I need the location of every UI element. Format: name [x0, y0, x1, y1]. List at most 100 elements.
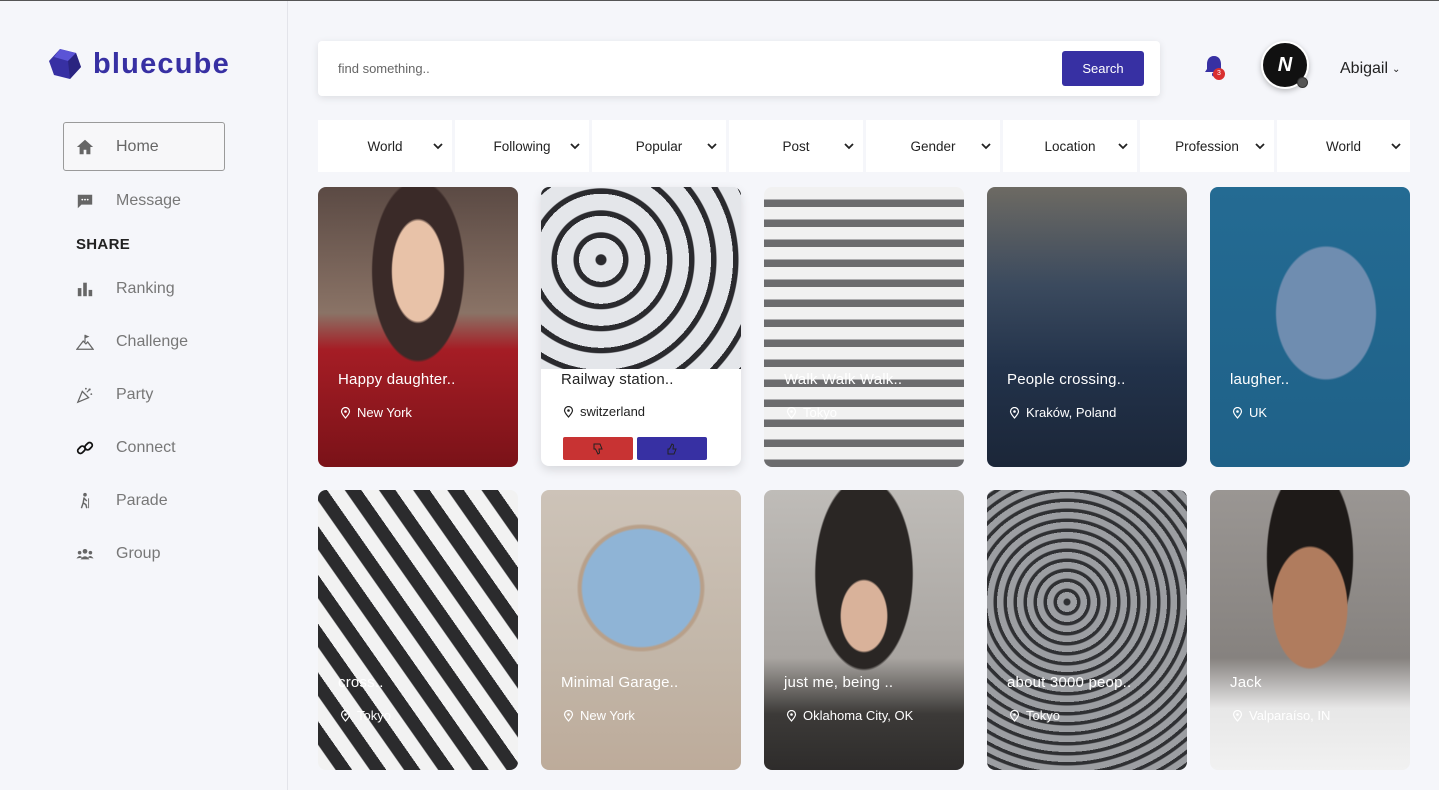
card-walk[interactable]: Walk Walk Walk.. Tokyo	[764, 187, 964, 467]
sidebar-item-parade[interactable]: Parade	[63, 476, 225, 525]
location-pin-icon	[1009, 406, 1020, 419]
search-button[interactable]: Search	[1062, 51, 1144, 86]
sidebar-item-message[interactable]: Message	[63, 176, 225, 225]
card-title: about 3000 peop..	[1007, 674, 1132, 691]
card-location: UK	[1232, 405, 1267, 420]
like-button[interactable]	[637, 437, 707, 460]
sidebar-item-party[interactable]: Party	[63, 370, 225, 419]
card-minimal-garage[interactable]: Minimal Garage.. New York	[541, 490, 741, 770]
card-location-text: Valparaíso, IN	[1249, 708, 1331, 723]
party-popper-icon	[75, 385, 95, 405]
sidebar-item-group[interactable]: Group	[63, 529, 225, 578]
sidebar-item-label: Message	[116, 191, 181, 209]
location-pin-icon	[340, 709, 351, 722]
logo[interactable]: bluecube	[48, 47, 230, 81]
filter-following[interactable]: Following	[455, 120, 589, 172]
filter-location[interactable]: Location	[1003, 120, 1137, 172]
chevron-down-icon	[844, 143, 854, 150]
filter-world-2[interactable]: World	[1277, 120, 1410, 172]
card-photo	[541, 187, 741, 369]
search-input[interactable]	[328, 55, 1028, 82]
chevron-down-icon: ⌄	[1392, 63, 1401, 75]
card-location: switzerland	[563, 404, 645, 419]
sidebar-item-connect[interactable]: Connect	[63, 423, 225, 472]
sidebar-item-label: Group	[116, 544, 161, 562]
location-pin-icon	[1232, 709, 1243, 722]
chevron-down-icon	[981, 143, 991, 150]
brand-name: bluecube	[93, 47, 230, 80]
avatar-icon: N	[1277, 53, 1293, 76]
card-title: laugher..	[1230, 371, 1290, 388]
notification-badge: 3	[1213, 68, 1225, 80]
location-pin-icon	[1232, 406, 1243, 419]
card-location: Tokyo	[786, 405, 837, 420]
sidebar-item-label: Home	[116, 137, 159, 155]
location-pin-icon	[563, 405, 574, 418]
card-title: Jack	[1230, 674, 1262, 691]
link-icon	[75, 438, 95, 458]
search-bar: Search	[318, 41, 1160, 96]
filter-world[interactable]: World	[318, 120, 452, 172]
location-pin-icon	[340, 406, 351, 419]
card-location: New York	[563, 708, 635, 723]
user-name: Abigail	[1340, 60, 1389, 77]
card-location-text: New York	[580, 708, 635, 723]
card-title: cross..	[338, 674, 384, 691]
sidebar-item-challenge[interactable]: Challenge	[63, 317, 225, 366]
sidebar-item-ranking[interactable]: Ranking	[63, 264, 225, 313]
sidebar-item-label: Parade	[116, 491, 168, 509]
card-happy-daughter[interactable]: Happy daughter.. New York	[318, 187, 518, 467]
location-pin-icon	[1009, 709, 1020, 722]
card-title: just me, being ..	[784, 674, 894, 691]
user-menu[interactable]: Abigail ⌄	[1340, 60, 1400, 78]
chevron-down-icon	[1391, 143, 1401, 150]
filter-label: Popular	[635, 138, 683, 154]
dislike-button[interactable]	[563, 437, 633, 460]
card-about-3000[interactable]: about 3000 peop.. Tokyo	[987, 490, 1187, 770]
sidebar: bluecube Home Message SHARE Ranking Chal…	[0, 1, 288, 790]
sidebar-item-home[interactable]: Home	[63, 122, 225, 171]
thumbs-down-icon	[593, 443, 603, 455]
card-railway-station[interactable]: Railway station.. switzerland	[541, 187, 741, 466]
location-pin-icon	[786, 406, 797, 419]
card-title: Minimal Garage..	[561, 674, 679, 691]
card-location-text: UK	[1249, 405, 1268, 420]
filter-profession[interactable]: Profession	[1140, 120, 1274, 172]
card-just-me[interactable]: just me, being .. Oklahoma City, OK	[764, 490, 964, 770]
mountain-flag-icon	[75, 332, 95, 352]
avatar[interactable]: N	[1261, 41, 1309, 89]
card-location-text: New York	[357, 405, 412, 420]
sidebar-item-label: Party	[116, 385, 154, 403]
card-location-text: switzerland	[580, 404, 646, 419]
card-title: Walk Walk Walk..	[784, 371, 903, 388]
filter-label: World	[1325, 138, 1361, 154]
filter-label: World	[367, 138, 403, 154]
card-location: Tokyo	[1009, 708, 1060, 723]
chevron-down-icon	[707, 143, 717, 150]
filter-label: Following	[493, 138, 551, 154]
card-people-crossing[interactable]: People crossing.. Kraków, Poland	[987, 187, 1187, 467]
share-heading: SHARE	[76, 236, 131, 253]
notification-button[interactable]: 3	[1203, 54, 1225, 80]
location-pin-icon	[786, 709, 797, 722]
card-location: New York	[340, 405, 412, 420]
card-jack[interactable]: Jack Valparaíso, IN	[1210, 490, 1410, 770]
card-cross[interactable]: cross.. Tokyo	[318, 490, 518, 770]
bar-chart-icon	[75, 279, 95, 299]
status-dot	[1297, 77, 1308, 88]
filter-label: Gender	[910, 138, 956, 154]
home-icon	[75, 137, 95, 157]
card-title: Happy daughter..	[338, 371, 456, 388]
chevron-down-icon	[1118, 143, 1128, 150]
filter-gender[interactable]: Gender	[866, 120, 1000, 172]
filter-post[interactable]: Post	[729, 120, 863, 172]
hiker-icon	[75, 491, 95, 511]
chevron-down-icon	[1255, 143, 1265, 150]
card-location-text: Tokyo	[1026, 708, 1060, 723]
filter-label: Profession	[1175, 138, 1239, 154]
filter-bar: World Following Popular Post Gender Loca…	[318, 120, 1410, 172]
chevron-down-icon	[433, 143, 443, 150]
filter-popular[interactable]: Popular	[592, 120, 726, 172]
card-laugher[interactable]: laugher.. UK	[1210, 187, 1410, 467]
card-location-text: Oklahoma City, OK	[803, 708, 914, 723]
